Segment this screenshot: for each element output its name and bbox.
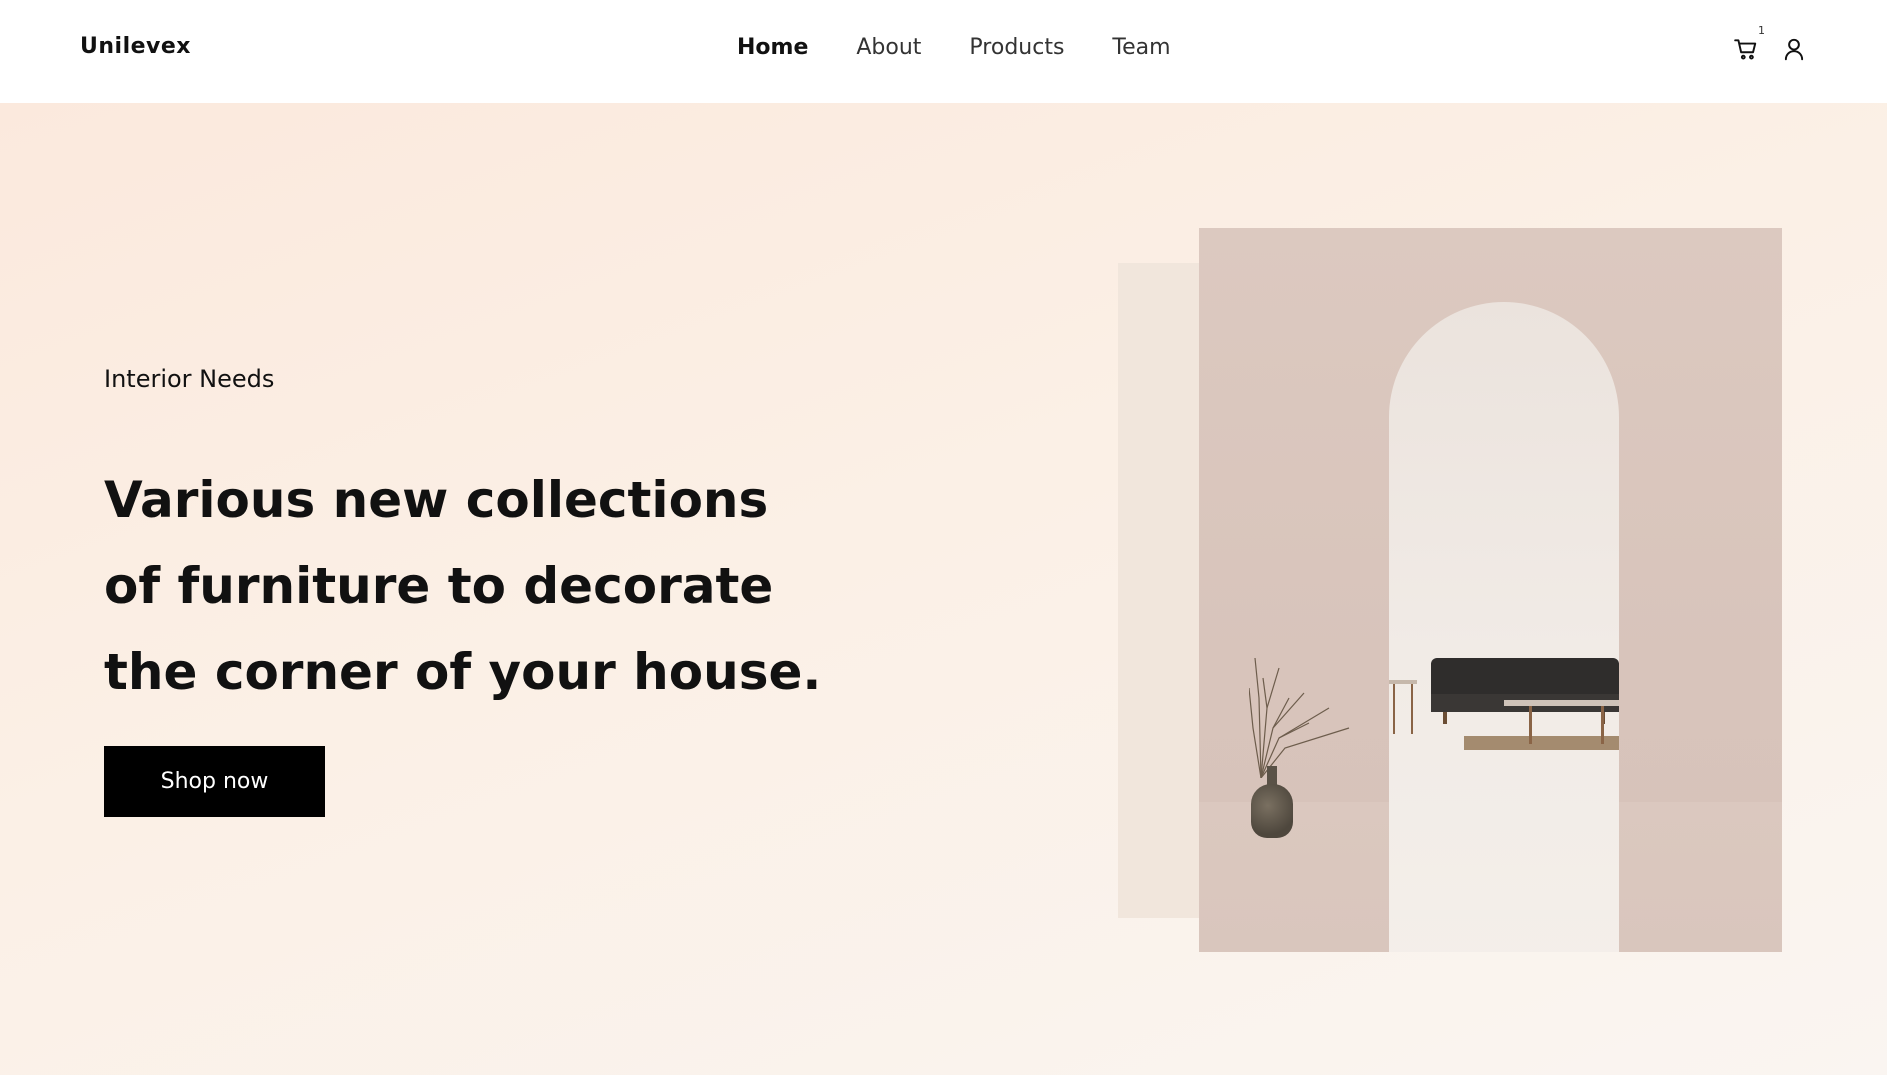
hero-headline: Various new collections of furniture to …: [104, 471, 822, 701]
photo-vase: [1251, 766, 1293, 838]
nav-link-about[interactable]: About: [856, 32, 921, 64]
photo-coffee-table-leg: [1601, 706, 1604, 744]
hero-eyebrow: Interior Needs: [104, 365, 275, 393]
navbar: Unilevex Home About Products Team 1: [0, 0, 1887, 103]
user-button[interactable]: [1781, 36, 1807, 62]
hero-section: Interior Needs Various new collections o…: [0, 103, 1887, 1075]
user-icon: [1784, 38, 1804, 61]
photo-rug: [1464, 736, 1619, 750]
photo-living-room: [1389, 648, 1619, 788]
photo-coffee-table-leg: [1529, 706, 1532, 744]
cart-count-badge: 1: [1758, 24, 1765, 37]
photo-dried-branches: [1249, 657, 1350, 778]
cart-button[interactable]: 1: [1733, 24, 1765, 62]
interior-room-photo: [1199, 228, 1782, 952]
photo-sofa-back: [1431, 658, 1619, 698]
nav-link-home[interactable]: Home: [737, 32, 808, 64]
photo-vase-body: [1251, 784, 1293, 838]
photo-side-table-leg: [1411, 684, 1413, 734]
brand-logo[interactable]: Unilevex: [80, 34, 191, 59]
nav-icons: 1: [1733, 24, 1807, 62]
nav-link-products[interactable]: Products: [969, 32, 1064, 64]
photo-side-table-leg: [1393, 684, 1395, 734]
photo-sofa: [1431, 658, 1619, 724]
main-nav: Home About Products Team: [737, 32, 1219, 64]
shop-now-button[interactable]: Shop now: [104, 746, 325, 817]
photo-archway: [1389, 302, 1619, 952]
photo-sofa-leg: [1443, 712, 1447, 724]
image-backdrop-panel: [1118, 263, 1200, 918]
cart-icon: [1734, 39, 1757, 60]
nav-link-team[interactable]: Team: [1112, 32, 1170, 64]
